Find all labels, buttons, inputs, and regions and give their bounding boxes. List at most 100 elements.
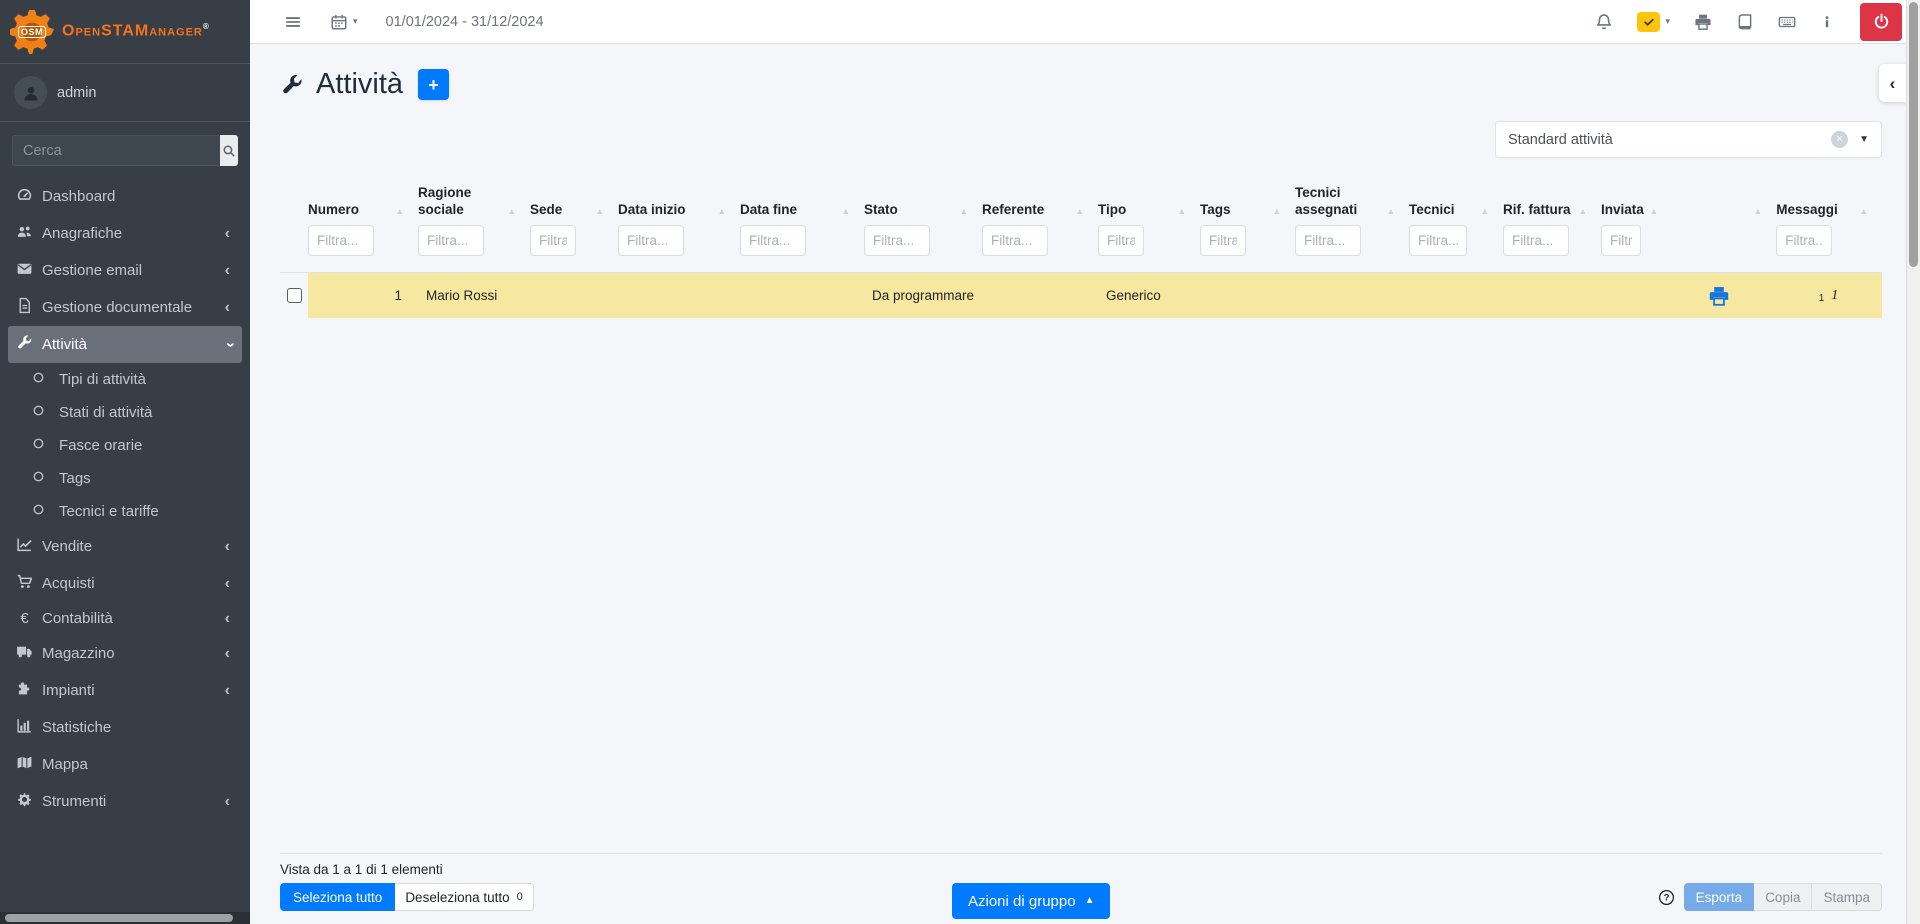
- column-filter-input[interactable]: [1200, 225, 1246, 256]
- column-filter-input[interactable]: [1601, 225, 1641, 256]
- question-icon[interactable]: ?: [1658, 889, 1675, 906]
- scrollbar-thumb[interactable]: [1909, 2, 1918, 267]
- user-panel[interactable]: admin: [0, 64, 250, 122]
- keyboard-icon[interactable]: [1778, 13, 1796, 31]
- sidebar-item[interactable]: € Contabilità ‹: [8, 602, 242, 635]
- print-row-icon[interactable]: [1708, 285, 1730, 307]
- date-range[interactable]: 01/01/2024 - 31/12/2024: [386, 14, 544, 30]
- sidebar-item[interactable]: Acquisti ‹: [8, 565, 242, 602]
- calendar-picker[interactable]: ▾: [330, 13, 358, 31]
- brand[interactable]: OSM OpenSTAManager®: [0, 0, 250, 64]
- sidebar-menu: Dashboard Anagrafiche ‹ Gestione email ‹: [0, 172, 250, 826]
- search-button[interactable]: [220, 135, 238, 166]
- sort-arrow-icon[interactable]: ▲: [1172, 207, 1190, 219]
- logout-button[interactable]: [1860, 3, 1902, 41]
- table-header: Numero ▲ Ragione sociale ▲ Sede ▲: [280, 182, 1882, 256]
- chevron-left-icon: ‹: [225, 263, 234, 279]
- sort-arrow-icon[interactable]: ▲: [390, 207, 408, 219]
- sidebar-item[interactable]: Gestione email ‹: [8, 252, 242, 289]
- sort-arrow-icon[interactable]: ▲: [1854, 207, 1872, 219]
- collapse-panel-button[interactable]: ‹: [1879, 64, 1906, 102]
- column-filter-input[interactable]: [618, 225, 684, 256]
- sidebar-subitem[interactable]: Tags: [8, 462, 242, 495]
- sidebar-item[interactable]: Attività ‹: [8, 326, 242, 363]
- sidebar-horizontal-scrollbar[interactable]: [0, 912, 250, 924]
- sidebar-subitem[interactable]: Tipi di attività: [8, 363, 242, 396]
- column-filter-input[interactable]: [982, 225, 1048, 256]
- column-filter-input[interactable]: [1503, 225, 1569, 256]
- info-icon[interactable]: [1820, 13, 1834, 31]
- export-button[interactable]: Esporta: [1684, 883, 1755, 911]
- sidebar-item[interactable]: Magazzino ‹: [8, 635, 242, 672]
- column-label: Data inizio: [618, 202, 686, 219]
- template-filter-select[interactable]: Standard attività × ▼: [1495, 121, 1882, 158]
- scrollbar-thumb[interactable]: [5, 914, 233, 922]
- sidebar-item[interactable]: Strumenti ‹: [8, 783, 242, 820]
- sidebar-subitem[interactable]: Fasce orarie: [8, 429, 242, 462]
- sidebar-subitem[interactable]: Stati di attività: [8, 396, 242, 429]
- book-icon[interactable]: [1736, 13, 1754, 31]
- sort-arrow-icon[interactable]: ▲: [954, 207, 972, 219]
- sidebar-subitem[interactable]: Tecnici e tariffe: [8, 495, 242, 528]
- sidebar-item[interactable]: Vendite ‹: [8, 528, 242, 565]
- caret-down-icon: ▼: [1859, 135, 1869, 145]
- sort-arrow-icon[interactable]: ▲: [1475, 207, 1493, 219]
- sidebar-item[interactable]: Gestione documentale ‹: [8, 289, 242, 326]
- chevron-left-icon: ‹: [225, 539, 234, 555]
- column-filter-input[interactable]: [308, 225, 374, 256]
- sidebar-item[interactable]: Dashboard: [8, 178, 242, 215]
- add-activity-button[interactable]: +: [418, 69, 449, 100]
- chevron-left-icon: ‹: [1890, 75, 1896, 92]
- sort-arrow-icon[interactable]: ▲: [1748, 207, 1766, 219]
- column-filter-input[interactable]: [1295, 225, 1361, 256]
- search-input[interactable]: [12, 135, 220, 166]
- column-filter-input[interactable]: [864, 225, 930, 256]
- select-all-button[interactable]: Seleziona tutto: [280, 883, 395, 911]
- table-footer: Vista da 1 a 1 di 1 elementi Seleziona t…: [280, 853, 1882, 911]
- column-filter-input[interactable]: [740, 225, 806, 256]
- table-row[interactable]: 1 Mario Rossi Da programmare Generico 1 …: [280, 273, 1882, 318]
- wrench-icon: [16, 334, 33, 351]
- cell-numero: 1: [308, 273, 418, 318]
- sort-arrow-icon[interactable]: ▲: [1070, 207, 1088, 219]
- print-button[interactable]: Stampa: [1812, 883, 1882, 911]
- system-status-badge[interactable]: ▾: [1637, 12, 1670, 32]
- sidebar-item[interactable]: Mappa: [8, 746, 242, 783]
- bell-icon[interactable]: [1595, 13, 1613, 31]
- circle-icon: [32, 371, 45, 384]
- column-label: Rif. fattura: [1503, 202, 1571, 219]
- circle-icon: [32, 404, 45, 417]
- column-filter-input[interactable]: [1776, 225, 1832, 256]
- sort-arrow-icon[interactable]: ▲: [1381, 207, 1399, 219]
- vertical-scrollbar[interactable]: [1906, 0, 1920, 924]
- column-label: Inviata: [1601, 202, 1644, 219]
- column-filter-input[interactable]: [418, 225, 484, 256]
- column-label: Data fine: [740, 202, 797, 219]
- sort-arrow-icon[interactable]: ▲: [712, 207, 730, 219]
- sort-arrow-icon[interactable]: ▲: [502, 207, 520, 219]
- tachometer-icon: [16, 186, 33, 203]
- sort-arrow-icon[interactable]: ▲: [1267, 207, 1285, 219]
- column-filter-input[interactable]: [530, 225, 576, 256]
- row-checkbox[interactable]: [287, 288, 302, 303]
- sidebar-item[interactable]: Impianti ‹: [8, 672, 242, 709]
- sort-arrow-icon[interactable]: ▲: [590, 207, 608, 219]
- printer-icon[interactable]: [1694, 13, 1712, 31]
- column-header: Data inizio ▲: [618, 182, 740, 256]
- sort-arrow-icon[interactable]: ▲: [1573, 207, 1591, 219]
- caret-up-icon: ▲: [1085, 896, 1095, 906]
- column-filter-input[interactable]: [1409, 225, 1467, 256]
- hamburger-icon[interactable]: [284, 13, 302, 31]
- copy-button[interactable]: Copia: [1754, 883, 1812, 911]
- column-filter-input[interactable]: [1098, 225, 1144, 256]
- selected-template: Standard attività: [1508, 132, 1613, 148]
- sort-arrow-icon[interactable]: ▲: [836, 207, 854, 219]
- sidebar-item[interactable]: Anagrafiche ‹: [8, 215, 242, 252]
- chevron-left-icon: ‹: [225, 300, 234, 316]
- person-icon: [21, 83, 41, 103]
- sort-arrow-icon[interactable]: ▲: [1644, 207, 1662, 219]
- deselect-all-button[interactable]: Deseleziona tutto 0: [395, 883, 533, 911]
- clear-selection-icon[interactable]: ×: [1831, 131, 1848, 148]
- sidebar-item[interactable]: Statistiche: [8, 709, 242, 746]
- group-actions-button[interactable]: Azioni di gruppo ▲: [952, 883, 1110, 919]
